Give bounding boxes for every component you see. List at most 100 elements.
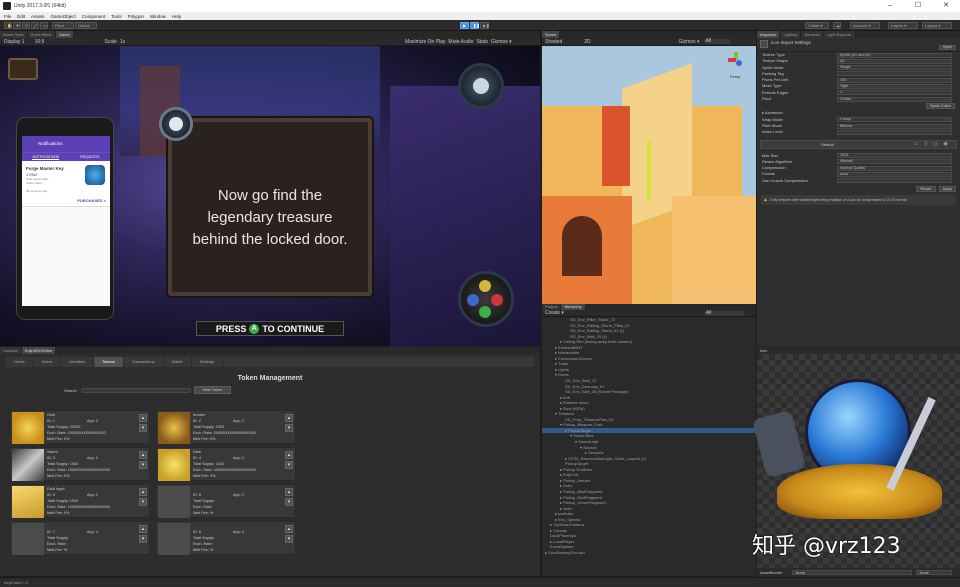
field-value[interactable]: Normal Quality [837,165,952,171]
subtab-transactions[interactable]: Transactions [124,357,164,367]
tab-light-explorer[interactable]: Light Explorer [823,31,856,38]
menu-edit[interactable]: Edit [17,14,25,19]
move-tool-button[interactable]: ✥ [13,22,21,29]
hand-tool-button[interactable]: ✋ [4,22,12,29]
scale-tool-button[interactable]: ⤢ [31,22,39,29]
gizmos-dropdown[interactable]: Gizmos ▾ [491,39,512,45]
field-value[interactable] [837,178,952,184]
apply-button[interactable]: Apply [938,185,956,192]
monitor-icon[interactable]: ▭ [914,141,919,147]
subtab-users[interactable]: Users [34,357,62,367]
tab-scene[interactable]: Scene [542,31,561,38]
tab-services[interactable]: Services [801,31,824,38]
field-value[interactable]: Tight [837,84,952,90]
edit-token-button[interactable]: ▴ [139,488,147,496]
delete-token-button[interactable]: ▾ [139,424,147,432]
global-button[interactable]: Global [75,22,97,29]
ios-icon[interactable]: ◻ [933,141,937,147]
delete-token-button[interactable]: ▾ [285,498,293,506]
tab-requests[interactable]: REQUESTS [80,155,99,159]
field-value[interactable]: Clamp [837,117,952,123]
open-button[interactable]: Open [938,45,956,50]
create-dropdown[interactable]: Create ▾ [545,310,564,316]
layers-button[interactable]: Layers ▾ [888,22,918,29]
stats-toggle[interactable]: Stats [476,39,487,45]
field-value[interactable] [837,71,952,77]
field-value[interactable]: 1 [837,90,952,96]
edit-token-button[interactable]: ▴ [285,414,293,422]
subtab-wallet[interactable]: Wallet [164,357,192,367]
continue-prompt[interactable]: PRESS A TO CONTINUE [196,321,344,336]
token-card[interactable]: Gold Ingot ID: 5 App: 2 Total Supply: 1000 E… [10,484,150,518]
field-value[interactable] [837,129,952,135]
menu-polygon[interactable]: Polygon [128,14,144,19]
scene-search[interactable]: All [703,39,730,44]
dialog-menu-button[interactable] [159,107,193,141]
mute-audio-toggle[interactable]: Mute Audio [448,39,473,45]
menu-component[interactable]: Component [82,14,105,19]
subtab-home[interactable]: Home [6,357,34,367]
field-value[interactable]: Mitchell [837,159,952,165]
collab-button[interactable]: Collab ▾ [805,22,829,29]
new-token-button[interactable]: New Token [193,386,232,394]
scene-gizmo-icon[interactable] [728,52,744,68]
tab-notifications[interactable]: NOTIFICATIONS [32,155,60,160]
webgl-icon[interactable]: ◉ [943,141,947,147]
field-value[interactable]: Auto [837,172,952,178]
shading-mode-dropdown[interactable]: Shaded [545,39,562,45]
sprite-editor-button[interactable]: Sprite Editor [926,103,955,110]
token-card[interactable]: Dark ID: 4 App: 2 Total Supply: 1000 Exch. R… [156,447,296,481]
notification-card[interactable]: Forge Master Key 1 ENJ Hide Game Filter … [22,161,110,207]
token-search-input[interactable] [80,387,191,393]
maximize-button[interactable]: ☐ [904,0,932,12]
field-value[interactable]: Sprite (2D and UI) [837,52,952,58]
step-button[interactable]: ▶❚ [480,22,489,29]
edit-token-button[interactable]: ▴ [139,414,147,422]
pivot-button[interactable]: Pivot [52,22,74,29]
tab-lighting[interactable]: Lighting [780,31,802,38]
menu-window[interactable]: Window [150,14,166,19]
hierarchy-row[interactable]: ▸ DontDestroyOnLoad [542,550,756,556]
field-value[interactable]: Bilinear [837,123,952,129]
2d-toggle[interactable]: 2D [584,39,590,45]
edit-token-button[interactable]: ▴ [285,525,293,533]
assetbundle-dropdown[interactable]: None [792,570,913,575]
close-button[interactable]: ✕ [932,0,960,12]
scale-value[interactable]: 1x [120,39,125,45]
menu-help[interactable]: Help [172,14,181,19]
play-button[interactable]: ▶ [460,22,469,29]
delete-token-button[interactable]: ▾ [139,535,147,543]
field-value[interactable]: Single [837,65,952,71]
tab-audio-mixer[interactable]: Audio Mixer [27,31,56,38]
maximize-on-play-toggle[interactable]: Maximize On Play [405,39,445,45]
display-dropdown[interactable]: Display 1 [4,39,25,45]
menu-assets[interactable]: Assets [31,14,45,19]
rotate-tool-button[interactable]: ⟳ [22,22,30,29]
android-icon[interactable]: ▯ [924,141,927,147]
menu-tools[interactable]: Tools [111,14,122,19]
scene-gizmos-dropdown[interactable]: Gizmos ▾ [679,39,700,45]
token-card[interactable]: ID: 8 App: 4 Total Supply: Exch. Rate: Melt … [156,521,296,555]
subtab-identities[interactable]: Identities [61,357,95,367]
menu-gameobject[interactable]: GameObject [51,14,76,19]
delete-token-button[interactable]: ▾ [285,424,293,432]
subtab-tokens[interactable]: Tokens [94,357,124,367]
field-value[interactable]: 100 [837,77,952,83]
tab-inspector[interactable]: Inspector [757,31,781,38]
cloud-icon[interactable]: ☁ [833,22,841,29]
assetbundle-variant-dropdown[interactable]: None [916,570,953,575]
delete-token-button[interactable]: ▾ [285,461,293,469]
tab-asset-store[interactable]: Asset Store [0,31,28,38]
revert-button[interactable]: Revert [916,185,936,192]
platform-default-tab[interactable]: Default [821,142,834,147]
delete-token-button[interactable]: ▾ [139,461,147,469]
scene-view[interactable]: Persp [542,46,756,304]
token-card[interactable]: Sword ID: 3 App: 2 Total Supply: 1000 Exch. … [10,447,150,481]
field-value[interactable]: 1024 [837,153,952,159]
account-button[interactable]: Account ▾ [850,22,880,29]
token-card[interactable]: ID: 7 App: 4 Total Supply: Exch. Rate: Melt … [10,521,150,555]
field-value[interactable]: 2D [837,58,952,64]
edit-token-button[interactable]: ▴ [285,451,293,459]
menu-round-button[interactable] [458,63,504,109]
rect-tool-button[interactable]: ▭ [40,22,48,29]
